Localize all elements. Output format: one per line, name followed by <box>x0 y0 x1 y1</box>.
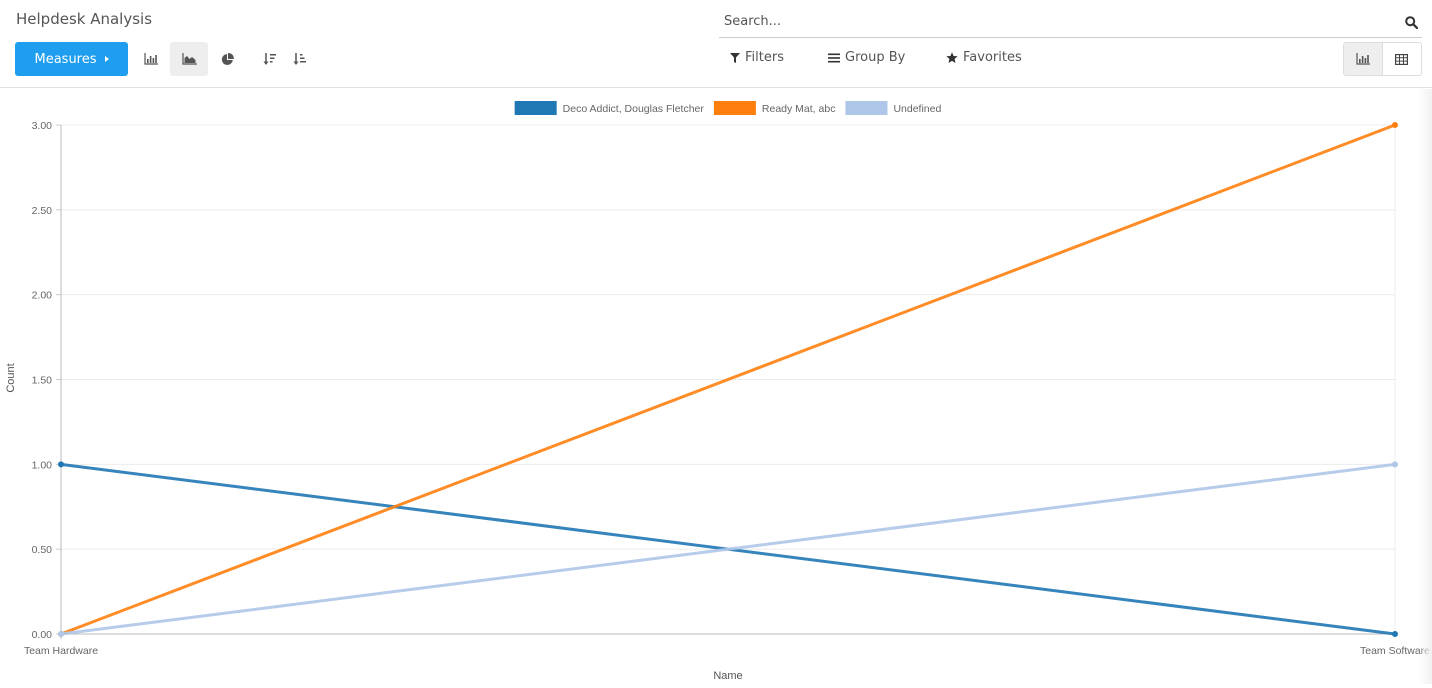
x-axis: Team Hardware Team Software <box>24 645 1430 657</box>
data-point <box>58 631 64 637</box>
data-point <box>1392 122 1398 128</box>
y-tick-label: 3.00 <box>32 120 53 132</box>
view-switcher <box>1343 42 1422 76</box>
graph-view-button[interactable] <box>1344 43 1383 75</box>
legend-label: Undefined <box>893 103 941 115</box>
table-icon <box>1395 53 1409 65</box>
group-by-label: Group By <box>845 50 906 65</box>
filters-button[interactable]: Filters <box>730 50 784 65</box>
caret-right-icon <box>104 56 109 62</box>
pie-chart-icon <box>221 52 234 65</box>
data-point <box>1392 631 1398 637</box>
y-tick-label: 2.00 <box>32 290 53 302</box>
sort-amount-desc-icon <box>263 52 276 65</box>
legend-swatch <box>713 101 756 115</box>
y-tick-label: 1.00 <box>32 459 53 471</box>
data-point <box>58 461 64 468</box>
bars-icon <box>828 53 840 62</box>
control-panel: Helpdesk Analysis Measures Search... Fil… <box>0 0 1432 88</box>
star-icon <box>946 51 958 63</box>
chart-area: 0.00 0.50 1.00 1.50 2.00 2.50 3.00 Team Hardwa… <box>0 89 1432 684</box>
y-axis: 0.00 0.50 1.00 1.50 2.00 2.50 3.00 <box>32 120 62 641</box>
x-axis-label: Name <box>713 670 742 682</box>
bar-chart-button[interactable] <box>132 42 170 76</box>
search-bar <box>719 8 1422 38</box>
search-icon[interactable] <box>1405 14 1419 33</box>
data-point <box>1392 461 1398 468</box>
filters-label: Filters <box>745 50 784 65</box>
bar-chart-icon <box>1356 53 1370 65</box>
pie-chart-button[interactable] <box>208 42 246 76</box>
legend-swatch <box>845 101 888 115</box>
legend-label: Deco Addict, Douglas Fletcher <box>563 103 705 115</box>
legend-swatch <box>514 101 557 115</box>
favorites-button[interactable]: Favorites <box>946 50 1022 65</box>
y-tick-label: 0.50 <box>32 544 53 556</box>
group-by-button[interactable]: Group By <box>828 50 905 65</box>
sort-ascending-button[interactable] <box>280 42 318 76</box>
search-input[interactable] <box>724 14 1384 29</box>
scroll-shadow <box>1418 89 1432 684</box>
y-axis-label: Count <box>5 363 17 392</box>
legend: Deco Addict, Douglas Fletcher Ready Mat, … <box>514 101 941 115</box>
line-chart-button[interactable] <box>170 42 208 76</box>
line-chart: 0.00 0.50 1.00 1.50 2.00 2.50 3.00 Team Hardwa… <box>5 101 1430 682</box>
y-tick-label: 1.50 <box>32 375 53 387</box>
pivot-view-button[interactable] <box>1383 43 1422 75</box>
favorites-label: Favorites <box>963 50 1022 65</box>
x-tick-label: Team Hardware <box>24 645 98 657</box>
area-chart-icon <box>181 53 197 65</box>
legend-label: Ready Mat, abc <box>762 103 836 115</box>
page-title: Helpdesk Analysis <box>16 10 153 28</box>
measures-label: Measures <box>34 51 97 67</box>
filter-icon <box>730 52 740 63</box>
measures-button[interactable]: Measures <box>15 42 128 76</box>
sort-amount-asc-icon <box>293 52 306 65</box>
y-tick-label: 0.00 <box>32 629 53 641</box>
bar-chart-icon <box>144 53 158 65</box>
y-tick-label: 2.50 <box>32 205 53 217</box>
